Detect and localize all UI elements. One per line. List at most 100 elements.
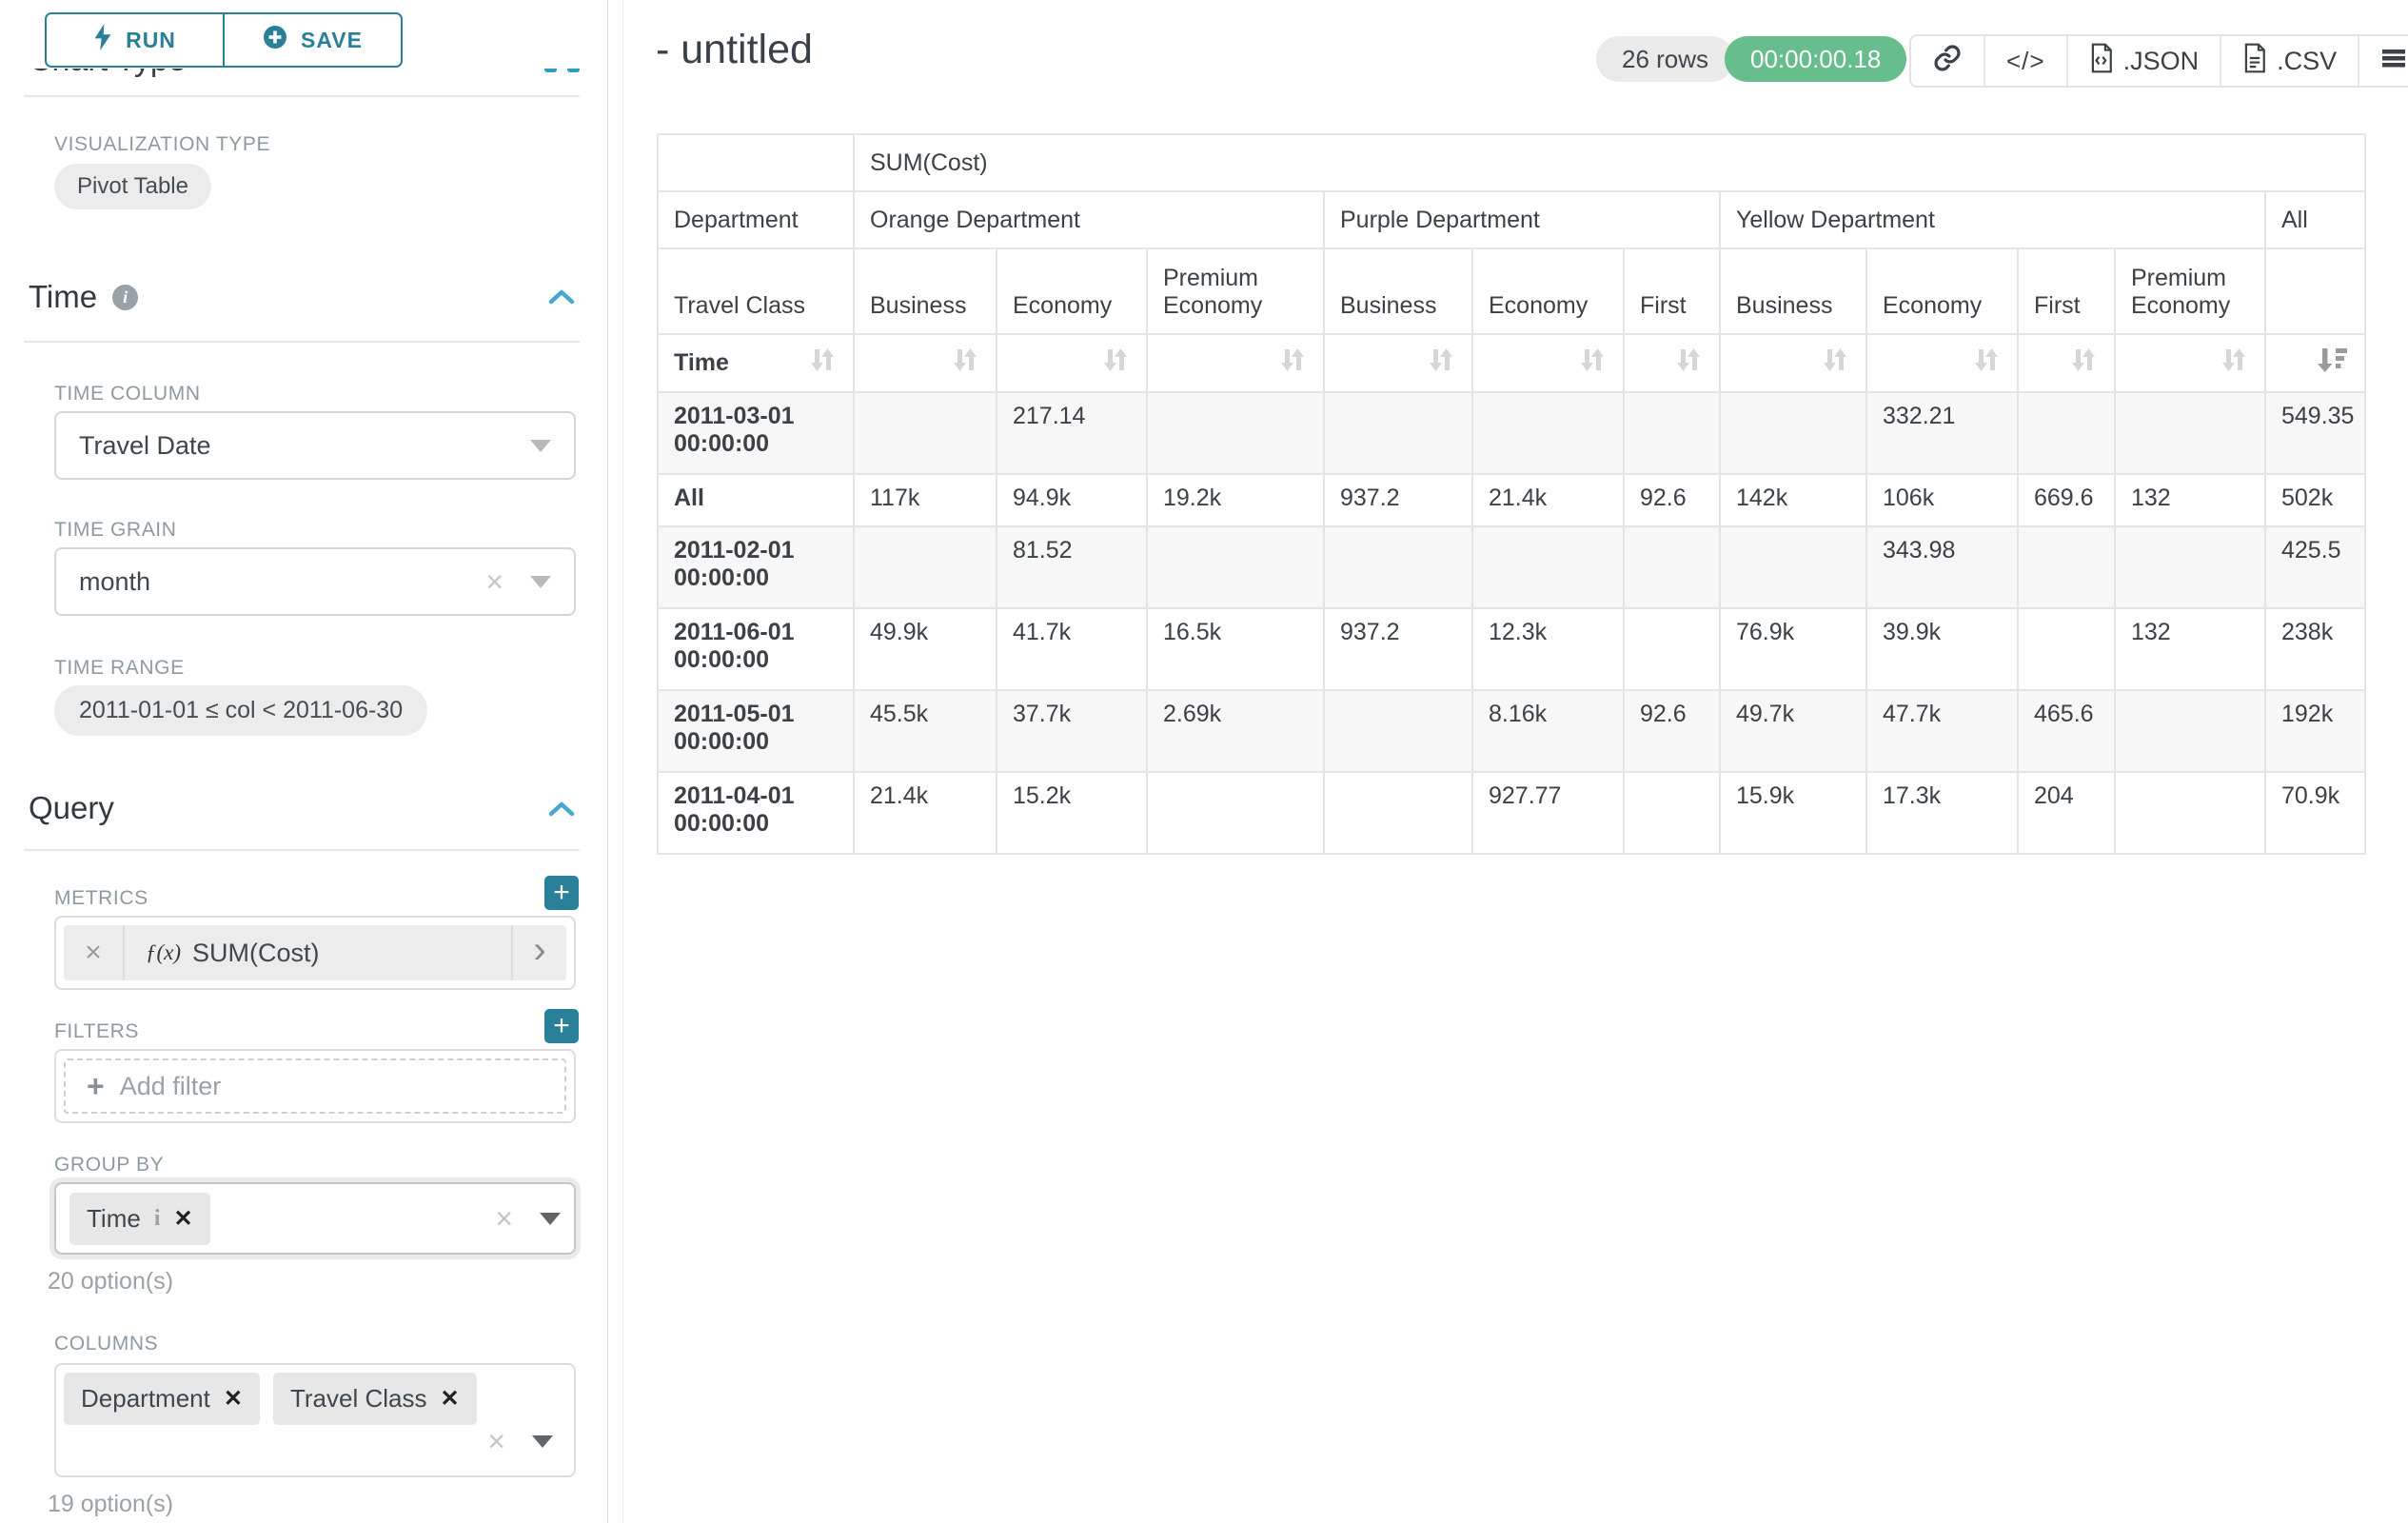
pivot-cell: 502k xyxy=(2265,474,2365,526)
time-section-heading: Time i xyxy=(29,279,138,315)
pivot-cell: 204 xyxy=(2018,772,2115,854)
time-grain-label: TIME GRAIN xyxy=(54,519,177,542)
pivot-cell: 15.2k xyxy=(997,772,1147,854)
time-grain-select[interactable]: month × xyxy=(54,547,576,616)
time-column-select[interactable]: Travel Date xyxy=(54,411,576,480)
visualization-type-label: VISUALIZATION TYPE xyxy=(54,133,270,156)
sort-icon[interactable] xyxy=(1971,354,2002,381)
run-button-label: RUN xyxy=(126,28,176,53)
info-icon[interactable]: i xyxy=(112,285,138,310)
add-filter-button[interactable]: + xyxy=(544,1009,579,1043)
metric-pill[interactable]: × ƒ(x) SUM(Cost) › xyxy=(64,925,566,980)
chevron-right-icon[interactable]: › xyxy=(511,925,566,980)
pivot-cell: 37.7k xyxy=(997,690,1147,772)
pivot-cell: 92.6 xyxy=(1624,474,1720,526)
clear-icon[interactable]: × xyxy=(487,1426,505,1456)
info-icon: i xyxy=(154,1206,161,1232)
caret-down-icon[interactable] xyxy=(540,1213,561,1225)
sort-icon[interactable] xyxy=(1100,354,1131,381)
add-filter-dropzone[interactable]: + Add filter xyxy=(64,1058,566,1114)
group-by-select[interactable]: Time i ✕ × xyxy=(54,1182,576,1255)
time-range-pill[interactable]: 2011-01-01 ≤ col < 2011-06-30 xyxy=(54,685,427,736)
pivot-sort-header xyxy=(2018,334,2115,392)
pivot-cell xyxy=(1472,392,1624,474)
export-csv-button[interactable]: .CSV xyxy=(2220,36,2358,86)
plus-icon: + xyxy=(87,1071,105,1101)
select-value-tag[interactable]: Department ✕ xyxy=(64,1373,260,1425)
sort-icon[interactable] xyxy=(1277,354,1308,381)
code-icon: </> xyxy=(2006,47,2045,76)
pivot-row-label: 2011-06-01 00:00:00 xyxy=(658,608,854,690)
columns-tags: Department ✕Travel Class ✕ xyxy=(64,1373,566,1425)
time-grain-value: month xyxy=(79,567,150,597)
pivot-sort-header xyxy=(2265,334,2365,392)
pivot-sort-header xyxy=(997,334,1147,392)
export-json-button[interactable]: .JSON xyxy=(2066,36,2220,86)
visualization-type-pill[interactable]: Pivot Table xyxy=(54,164,211,209)
pivot-cell: 94.9k xyxy=(997,474,1147,526)
clear-icon[interactable]: × xyxy=(485,566,503,597)
pivot-cell xyxy=(2115,690,2265,772)
sort-icon[interactable] xyxy=(2068,354,2099,381)
pivot-cell xyxy=(2018,526,2115,608)
view-query-button[interactable]: </> xyxy=(1984,36,2066,86)
caret-down-icon[interactable] xyxy=(532,1435,553,1448)
sort-icon[interactable] xyxy=(1820,354,1850,381)
pivot-row-label: 2011-03-01 00:00:00 xyxy=(658,392,854,474)
pivot-cell: 927.77 xyxy=(1472,772,1624,854)
pivot-cell xyxy=(1324,772,1472,854)
clear-icon[interactable]: × xyxy=(495,1203,513,1234)
pivot-cell xyxy=(1147,392,1324,474)
pivot-col-group-header: Orange Department xyxy=(854,191,1324,248)
menu-button[interactable] xyxy=(2358,36,2408,86)
pivot-cell xyxy=(854,526,997,608)
select-value-tag[interactable]: Travel Class ✕ xyxy=(273,1373,477,1425)
pivot-cell: 142k xyxy=(1720,474,1866,526)
explore-view: Chart Type RUN SAVE VISUALIZATION TYPE P… xyxy=(0,0,2408,1523)
pivot-cell: 19.2k xyxy=(1147,474,1324,526)
link-icon xyxy=(1932,43,1963,80)
add-metric-button[interactable]: + xyxy=(544,876,579,910)
fx-icon: ƒ(x) xyxy=(146,940,181,965)
run-button[interactable]: RUN xyxy=(47,14,223,66)
pivot-cell: 21.4k xyxy=(1472,474,1624,526)
group-by-tags: Time i ✕ xyxy=(69,1193,210,1245)
remove-tag-icon[interactable]: ✕ xyxy=(224,1385,243,1413)
sort-icon[interactable] xyxy=(2219,354,2249,381)
sort-icon[interactable] xyxy=(807,345,838,382)
row-count-badge: 26 rows xyxy=(1596,36,1734,82)
chevron-up-icon[interactable] xyxy=(546,800,577,823)
pivot-cell: 238k xyxy=(2265,608,2365,690)
pivot-cell xyxy=(1624,608,1720,690)
pivot-cell: 81.52 xyxy=(997,526,1147,608)
pivot-cell: 669.6 xyxy=(2018,474,2115,526)
csv-button-label: .CSV xyxy=(2277,47,2337,76)
time-column-label: TIME COLUMN xyxy=(54,383,201,405)
pivot-cell xyxy=(1324,690,1472,772)
pivot-cell xyxy=(1472,526,1624,608)
remove-tag-icon[interactable]: ✕ xyxy=(173,1205,192,1233)
pivot-cell: 41.7k xyxy=(997,608,1147,690)
pivot-cell xyxy=(1624,526,1720,608)
sort-descending-icon[interactable] xyxy=(2317,354,2349,381)
chart-title[interactable]: - untitled xyxy=(656,27,813,73)
remove-tag-icon[interactable]: ✕ xyxy=(440,1385,459,1413)
pivot-cell: 8.16k xyxy=(1472,690,1624,772)
chevron-up-icon[interactable] xyxy=(546,287,577,311)
share-link-button[interactable] xyxy=(1911,36,1984,86)
filters-box: + Add filter xyxy=(54,1049,576,1123)
save-button[interactable]: SAVE xyxy=(223,14,401,66)
pivot-cell xyxy=(1324,392,1472,474)
time-column-value: Travel Date xyxy=(79,431,211,461)
section-divider xyxy=(24,341,580,343)
sort-icon[interactable] xyxy=(1577,354,1608,381)
remove-metric-icon[interactable]: × xyxy=(64,925,125,980)
select-value-tag[interactable]: Time i ✕ xyxy=(69,1193,210,1245)
sort-icon[interactable] xyxy=(1673,354,1704,381)
columns-select[interactable]: Department ✕Travel Class ✕ × xyxy=(54,1363,576,1477)
pivot-cell: 332.21 xyxy=(1866,392,2018,474)
sort-icon[interactable] xyxy=(1426,354,1456,381)
sort-icon[interactable] xyxy=(950,354,980,381)
query-heading-label: Query xyxy=(29,790,114,826)
pivot-cell xyxy=(2115,526,2265,608)
